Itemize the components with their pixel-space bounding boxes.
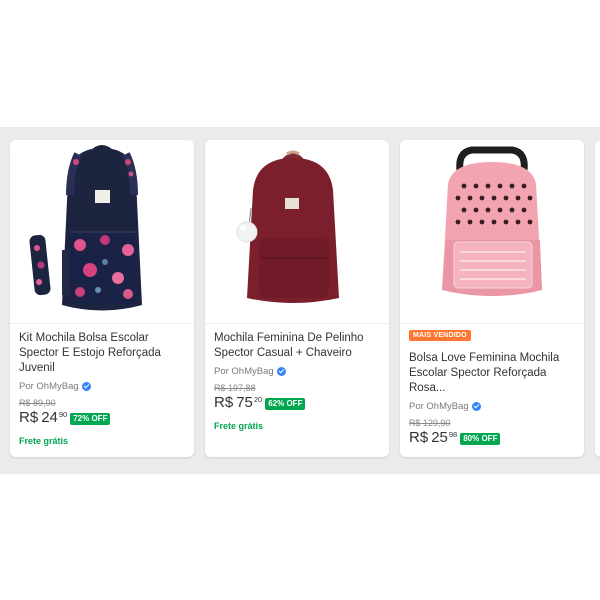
product-card-partial[interactable] [595, 140, 600, 457]
free-shipping-label: Frete grátis [19, 436, 69, 446]
verified-seller-icon [81, 382, 91, 391]
backpack-image-icon [442, 146, 542, 296]
product-title[interactable]: Bolsa Love Feminina Mochila Escolar Spec… [409, 351, 576, 396]
original-price: R$ 129,90 [409, 418, 451, 428]
product-title[interactable]: Mochila Feminina De Pelinho Spector Casu… [214, 331, 381, 361]
best-seller-badge: MAIS VENDIDO [409, 330, 471, 341]
product-image[interactable] [10, 140, 194, 324]
price-integer: 25 [431, 429, 448, 446]
price-cents: 98 [448, 430, 458, 439]
original-price: R$ 197,88 [214, 383, 256, 393]
backpack-image-icon [29, 145, 142, 311]
price-currency: R$ [214, 394, 234, 411]
product-card[interactable]: Kit Mochila Bolsa Escolar Spector E Esto… [10, 140, 194, 457]
discount-badge: 62% OFF [265, 398, 306, 410]
price-cents: 20 [253, 395, 263, 404]
verified-seller-icon [471, 402, 481, 411]
original-price: R$ 89,90 [19, 398, 56, 408]
current-price: R$ 75 20 62% OFF [214, 394, 381, 412]
seller-label: Por OhMyBag [409, 401, 469, 412]
discount-badge: 80% OFF [460, 433, 501, 445]
verified-seller-icon [276, 367, 286, 376]
discount-badge: 72% OFF [70, 413, 111, 425]
price-cents: 90 [58, 410, 68, 419]
seller-name: Por OhMyBag [409, 401, 576, 412]
product-title[interactable]: Kit Mochila Bolsa Escolar Spector E Esto… [19, 331, 186, 376]
price-currency: R$ [19, 409, 39, 426]
price-integer: 24 [41, 409, 58, 426]
backpack-image-icon [236, 150, 339, 303]
product-image[interactable] [205, 140, 389, 324]
seller-name: Por OhMyBag [19, 381, 186, 392]
price-currency: R$ [409, 429, 429, 446]
product-card[interactable]: Mochila Feminina De Pelinho Spector Casu… [205, 140, 389, 457]
price-integer: 75 [236, 394, 253, 411]
seller-label: Por OhMyBag [19, 381, 79, 392]
product-card[interactable]: MAIS VENDIDO Bolsa Love Feminina Mochila… [400, 140, 584, 457]
current-price: R$ 24 90 72% OFF [19, 409, 186, 427]
free-shipping-label: Frete grátis [214, 421, 264, 431]
seller-name: Por OhMyBag [214, 366, 381, 377]
seller-label: Por OhMyBag [214, 366, 274, 377]
product-image[interactable] [400, 140, 584, 324]
current-price: R$ 25 98 80% OFF [409, 429, 576, 447]
